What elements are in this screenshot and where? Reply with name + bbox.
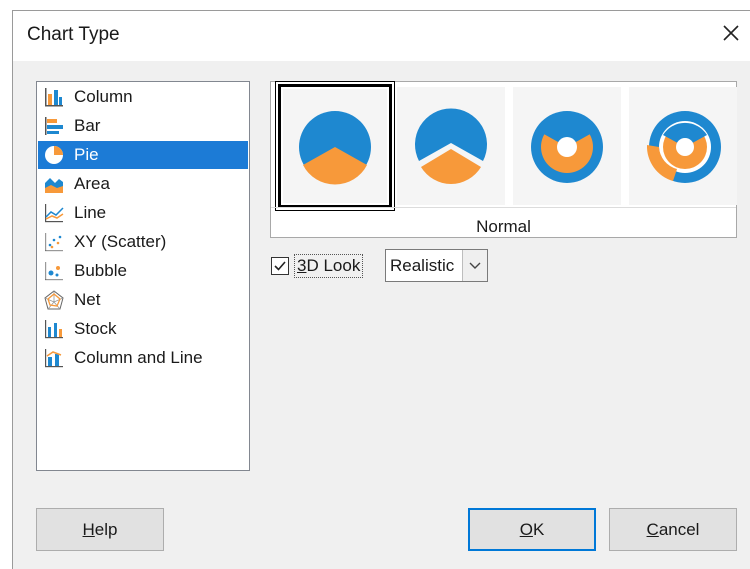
scatter-chart-icon xyxy=(42,231,66,253)
chart-type-net[interactable]: Net xyxy=(38,286,248,314)
bubble-chart-icon xyxy=(42,260,66,282)
pie-normal-icon xyxy=(299,111,371,185)
chart-type-label: Bubble xyxy=(74,261,127,280)
chart-type-stock[interactable]: Stock xyxy=(38,315,248,343)
ok-button[interactable]: OK xyxy=(468,508,596,551)
help-button[interactable]: Help xyxy=(36,508,164,551)
chart-type-column-and-line[interactable]: Column and Line xyxy=(38,344,248,372)
variant-pie-exploded[interactable] xyxy=(397,87,505,205)
column-chart-icon xyxy=(42,86,66,108)
chart-type-column[interactable]: Column xyxy=(38,83,248,111)
close-icon[interactable] xyxy=(718,20,744,46)
donut-exploded-icon xyxy=(646,111,721,183)
variant-donut[interactable] xyxy=(513,87,621,205)
variant-name: Normal xyxy=(476,217,531,236)
chart-type-label: Column and Line xyxy=(74,348,203,367)
chart-type-bubble[interactable]: Bubble xyxy=(38,257,248,285)
chart-type-label: Bar xyxy=(74,116,101,135)
chart-variant-panel: Normal xyxy=(270,81,737,238)
chart-type-line[interactable]: Line xyxy=(38,199,248,227)
donut-icon xyxy=(531,111,603,183)
chart-type-label: Pie xyxy=(74,145,99,164)
variant-donut-exploded[interactable] xyxy=(629,87,737,205)
chart-type-list[interactable]: Column Bar Pie Area Line XY (Scatter) Bu… xyxy=(36,81,250,471)
chart-type-bar[interactable]: Bar xyxy=(38,112,248,140)
chart-type-pie[interactable]: Pie xyxy=(38,141,248,169)
scheme-select[interactable]: Realistic xyxy=(385,249,488,282)
3d-look-label[interactable]: 3D Look xyxy=(294,254,364,278)
area-chart-icon xyxy=(42,173,66,195)
checkmark-icon xyxy=(274,261,286,271)
chart-type-xy-scatter[interactable]: XY (Scatter) xyxy=(38,228,248,256)
chart-type-label: Area xyxy=(74,174,110,193)
column-and-line-chart-icon xyxy=(42,347,66,369)
pie-exploded-icon xyxy=(415,108,487,184)
cancel-button[interactable]: Cancel xyxy=(609,508,737,551)
chart-type-area[interactable]: Area xyxy=(38,170,248,198)
line-chart-icon xyxy=(42,202,66,224)
chart-type-label: Column xyxy=(74,87,133,106)
chart-type-label: XY (Scatter) xyxy=(74,232,167,251)
net-chart-icon xyxy=(42,289,66,311)
scheme-value: Realistic xyxy=(390,256,455,275)
title-bar: Chart Type xyxy=(13,11,750,61)
chart-type-label: Stock xyxy=(74,319,117,338)
dialog-title: Chart Type xyxy=(27,24,120,45)
chart-type-label: Net xyxy=(74,290,101,309)
variant-pie-normal[interactable] xyxy=(278,84,392,208)
variant-separator xyxy=(271,207,736,208)
pie-chart-icon xyxy=(42,144,66,166)
chart-type-label: Line xyxy=(74,203,107,222)
3d-look-checkbox[interactable] xyxy=(271,257,289,275)
bar-chart-icon xyxy=(42,115,66,137)
chart-type-dialog: Chart Type Column Bar Pie Area Line XY (… xyxy=(12,10,750,569)
stock-chart-icon xyxy=(42,318,66,340)
chevron-down-icon[interactable] xyxy=(462,250,487,281)
